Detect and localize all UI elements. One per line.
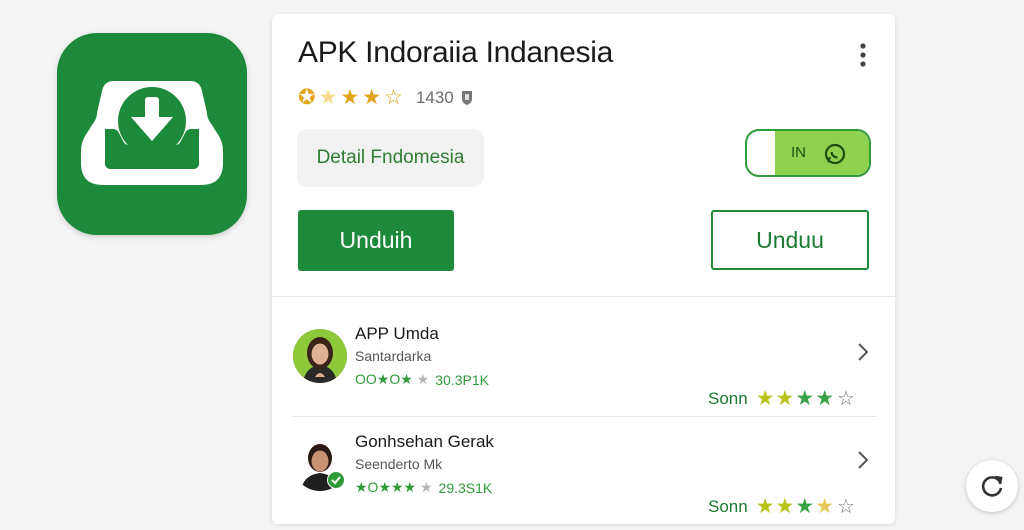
mini-stars: OO★O★ <box>355 371 413 387</box>
list-item-subtitle: Santardarka <box>355 348 432 364</box>
download-outline-button[interactable]: Unduu <box>711 210 869 270</box>
language-toggle[interactable]: IN <box>745 129 871 177</box>
item-rating: Sonn ★ ★ ★ ★ ☆ <box>708 386 855 411</box>
more-vert-icon[interactable] <box>855 42 871 68</box>
toggle-label: IN <box>791 144 806 161</box>
star-icon: ★ <box>795 494 815 518</box>
app-detail-card: APK Indoraiia Indanesia ✪ ★ ★ ★ ☆ 1430 D… <box>272 14 895 524</box>
download-button[interactable]: Unduih <box>298 210 454 271</box>
verified-check-icon <box>327 471 345 489</box>
download-count: 30.3P1K <box>435 371 489 388</box>
divider <box>272 296 895 297</box>
star-icon: ★ <box>412 371 430 387</box>
list-item-subtitle: Seenderto Mk <box>355 456 443 472</box>
mini-rating: ★O★★★ ★ 29.3S1K <box>355 479 492 496</box>
list-item-title: Gonhsehan Gerak <box>355 432 494 451</box>
list-item-title: APP Umda <box>355 324 439 343</box>
refresh-icon <box>981 475 1003 497</box>
item-rating: Sonn ★ ★ ★ ★ ☆ <box>708 494 855 519</box>
mini-stars: ★O★★★ <box>355 479 417 495</box>
list-item[interactable]: Gonhsehan Gerak Seenderto Mk ★O★★★ ★ 29.… <box>293 430 878 530</box>
star-icon: ★ <box>340 86 360 109</box>
star-icon: ★ <box>795 386 815 410</box>
star-icon: ★ <box>318 86 338 109</box>
star-icon: ★ <box>362 86 382 109</box>
star-icon: ✪ <box>298 86 316 109</box>
refresh-button[interactable] <box>966 460 1018 512</box>
whatsapp-icon <box>824 143 846 165</box>
rating-row: ✪ ★ ★ ★ ☆ 1430 <box>298 86 474 110</box>
star-icon: ★ <box>815 494 835 518</box>
star-icon: ★ <box>775 494 795 518</box>
star-icon: ★ <box>775 386 795 410</box>
detail-chip[interactable]: Detail Fndomesia <box>297 129 484 187</box>
rating-count: 1430 <box>415 88 454 107</box>
star-outline-icon: ☆ <box>837 388 855 410</box>
detail-chip-label: Detail Fndomesia <box>316 147 465 168</box>
item-rating-label: Sonn <box>708 388 748 408</box>
chevron-right-icon[interactable] <box>856 449 870 471</box>
app-title: APK Indoraiia Indanesia <box>298 36 613 69</box>
star-icon: ★ <box>416 479 433 495</box>
avatar <box>293 329 347 383</box>
divider <box>293 416 877 417</box>
app-icon <box>57 33 247 235</box>
list-item[interactable]: APP Umda Santardarka OO★O★ ★ 30.3P1K Son… <box>293 322 878 422</box>
download-tray-icon <box>81 81 223 185</box>
shield-badge-icon <box>461 91 472 105</box>
star-outline-icon: ☆ <box>837 496 855 518</box>
person-avatar-icon <box>293 329 347 383</box>
chevron-right-icon[interactable] <box>856 341 870 363</box>
mini-rating: OO★O★ ★ 30.3P1K <box>355 371 489 388</box>
item-rating-label: Sonn <box>708 496 748 516</box>
toggle-track <box>775 131 869 175</box>
download-count: 29.3S1K <box>438 479 493 496</box>
star-icon: ★ <box>815 386 835 410</box>
star-icon: ★ <box>755 494 775 518</box>
star-icon: ☆ <box>384 86 403 109</box>
star-icon: ★ <box>755 386 775 410</box>
